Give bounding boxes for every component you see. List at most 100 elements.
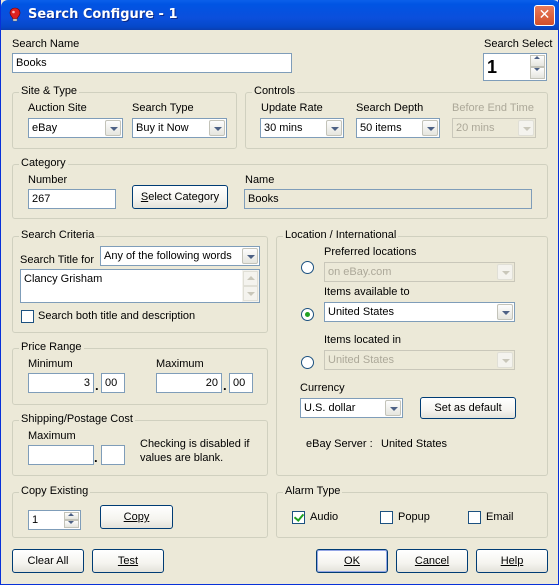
cancel-label: Cancel: [414, 555, 450, 567]
auction-site-label: Auction Site: [28, 102, 87, 114]
title-bar[interactable]: Search Configure - 1 ✕: [1, 0, 559, 30]
clear-all-label: Clear All: [27, 555, 69, 567]
category-number-label: Number: [28, 174, 68, 186]
shipping-note: Checking is disabled if values are blank…: [140, 438, 250, 464]
price-range-title: Price Range: [19, 341, 84, 353]
search-select-label: Search Select: [484, 38, 553, 50]
set-as-default-button[interactable]: Set as default: [420, 397, 516, 419]
alarm-audio-label: Audio: [310, 511, 339, 523]
clear-all-button[interactable]: Clear All: [12, 549, 84, 573]
search-mode-select[interactable]: Any of the following words: [100, 246, 260, 266]
alarm-email-checkbox[interactable]: [468, 511, 481, 524]
category-title: Category: [19, 157, 68, 169]
chevron-down-icon[interactable]: [209, 120, 225, 136]
test-button[interactable]: Test: [92, 549, 164, 573]
search-type-label: Search Type: [132, 102, 194, 114]
search-depth-value: 50 items: [360, 122, 402, 134]
scroll-up-icon[interactable]: [243, 271, 258, 286]
search-terms-value: Clancy Grisham: [24, 273, 103, 285]
cancel-button[interactable]: Cancel: [396, 549, 468, 573]
ok-button[interactable]: OK: [316, 549, 388, 573]
spin-down-icon[interactable]: [530, 67, 545, 79]
copy-existing-spinner[interactable]: 1: [28, 510, 81, 530]
items-available-label: Items available to: [324, 286, 410, 298]
help-button[interactable]: Help: [476, 549, 548, 573]
update-rate-label: Update Rate: [261, 102, 323, 114]
chevron-down-icon[interactable]: [105, 120, 121, 136]
select-category-button[interactable]: Select Category: [132, 185, 228, 209]
chevron-down-icon[interactable]: [422, 120, 438, 136]
chevron-down-icon: [518, 120, 534, 136]
price-min-cents-input[interactable]: 00: [101, 373, 125, 393]
close-icon: ✕: [538, 7, 551, 23]
search-type-select[interactable]: Buy it Now: [132, 118, 227, 138]
copy-button[interactable]: Copy: [100, 505, 173, 529]
preferred-locations-label: Preferred locations: [324, 246, 417, 258]
items-located-label: Items located in: [324, 334, 402, 346]
search-both-label: Search both title and description: [38, 310, 196, 322]
search-title-for-label: Search Title for: [20, 254, 94, 266]
copy-existing-title: Copy Existing: [19, 485, 91, 497]
price-min-whole-input[interactable]: 3: [28, 373, 94, 393]
select-category-label: elect Category: [148, 191, 220, 203]
alarm-email-label: Email: [486, 511, 514, 523]
price-max-cents-input[interactable]: 00: [229, 373, 253, 393]
spin-up-icon[interactable]: [64, 512, 79, 520]
auction-site-select[interactable]: eBay: [28, 118, 123, 138]
update-rate-value: 30 mins: [264, 122, 303, 134]
search-terms-input[interactable]: Clancy Grisham: [20, 269, 260, 303]
currency-label: Currency: [300, 382, 345, 394]
price-min-dot: .: [95, 378, 99, 393]
before-end-label: Before End Time: [452, 102, 534, 114]
chevron-down-icon[interactable]: [242, 248, 258, 264]
shipping-max-whole-input[interactable]: [28, 445, 94, 465]
auction-site-value: eBay: [32, 122, 58, 134]
alarm-type-title: Alarm Type: [283, 485, 343, 497]
help-label: Help: [500, 555, 524, 567]
search-both-checkbox[interactable]: [21, 310, 34, 323]
search-select-value: 1: [487, 57, 498, 77]
items-located-value: United States: [328, 354, 395, 366]
site-type-title: Site & Type: [19, 85, 80, 97]
update-rate-select[interactable]: 30 mins: [260, 118, 344, 138]
shipping-max-label: Maximum: [28, 430, 76, 442]
search-name-input[interactable]: Books: [12, 53, 292, 73]
spin-up-icon[interactable]: [530, 55, 545, 67]
items-located-radio[interactable]: [301, 356, 314, 369]
search-depth-label: Search Depth: [356, 102, 424, 114]
price-max-whole-input[interactable]: 20: [156, 373, 222, 393]
window-title: Search Configure - 1: [28, 7, 178, 22]
price-max-dot: .: [223, 378, 227, 393]
currency-select[interactable]: U.S. dollar: [300, 398, 403, 418]
search-depth-select[interactable]: 50 items: [356, 118, 440, 138]
preferred-locations-radio[interactable]: [301, 261, 314, 274]
category-name-field: Books: [244, 189, 532, 209]
category-number-input[interactable]: 267: [28, 189, 116, 209]
items-available-select[interactable]: United States: [324, 302, 515, 322]
shipping-max-cents-input[interactable]: [101, 445, 125, 465]
search-terms-scrollbar[interactable]: [242, 270, 259, 302]
chevron-down-icon[interactable]: [326, 120, 342, 136]
shipping-title: Shipping/Postage Cost: [19, 413, 135, 425]
alarm-popup-checkbox[interactable]: [380, 511, 393, 524]
items-available-value: United States: [328, 306, 395, 318]
chevron-down-icon: [497, 264, 513, 280]
location-title: Location / International: [283, 229, 399, 241]
search-select-spinner[interactable]: 1: [483, 53, 547, 81]
price-max-label: Maximum: [156, 358, 204, 370]
search-type-value: Buy it Now: [136, 122, 189, 134]
preferred-locations-select: on eBay.com: [324, 262, 515, 282]
preferred-locations-value: on eBay.com: [328, 266, 392, 278]
search-criteria-title: Search Criteria: [19, 229, 97, 241]
before-end-select: 20 mins: [452, 118, 536, 138]
copy-button-label: Copy: [123, 511, 150, 523]
scroll-down-icon[interactable]: [243, 286, 258, 301]
chevron-down-icon[interactable]: [385, 400, 401, 416]
close-button[interactable]: ✕: [534, 5, 555, 26]
chevron-down-icon[interactable]: [497, 304, 513, 320]
search-mode-value: Any of the following words: [104, 250, 232, 262]
alarm-audio-checkbox[interactable]: [292, 511, 305, 524]
spin-down-icon[interactable]: [64, 520, 79, 528]
items-available-radio[interactable]: [301, 308, 314, 321]
ebay-server-value: United States: [381, 438, 448, 450]
